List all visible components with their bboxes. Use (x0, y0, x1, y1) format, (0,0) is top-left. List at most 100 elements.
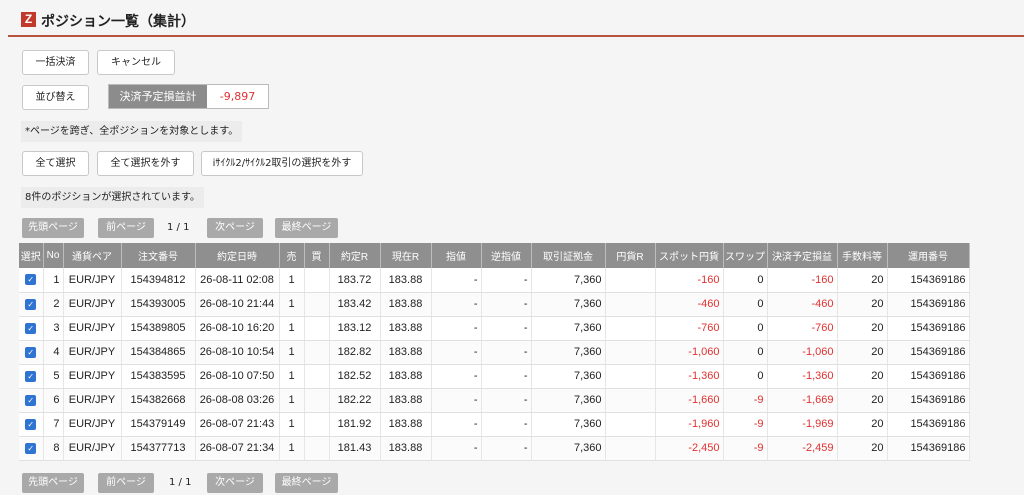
cell-operation-no: 154369186 (887, 268, 970, 293)
table-row: ✓ 5 EUR/JPY 154383595 26-08-10 07:50 1 182.52 1… (19, 364, 970, 389)
cell-settle-pl: -1,669 (767, 388, 838, 413)
sort-button[interactable]: 並び替え (22, 85, 89, 110)
cell-fee: 20 (837, 340, 888, 365)
cell-exec-time: 26-08-07 21:43 (195, 412, 280, 437)
cell-jpy-rate (605, 316, 656, 341)
cell-margin: 7,360 (531, 364, 606, 389)
cell-settle-pl: -460 (767, 292, 838, 317)
row-select-cell: ✓ (19, 340, 44, 365)
table-row: ✓ 3 EUR/JPY 154389805 26-08-10 16:20 1 183.12 1… (19, 316, 970, 341)
cell-no: 2 (43, 292, 64, 317)
cell-spot-jpy: -1,060 (655, 340, 724, 365)
col-sell[interactable]: 売 (279, 243, 305, 268)
col-no[interactable]: No (43, 243, 64, 268)
pl-label: 決済予定損益計 (109, 85, 207, 108)
col-limit[interactable]: 指値 (431, 243, 482, 268)
deselect-all-button[interactable]: 全て選択を外す (97, 151, 194, 176)
col-margin[interactable]: 取引証拠金 (531, 243, 606, 268)
cell-swap: -9 (723, 412, 768, 437)
cell-spot-jpy: -2,450 (655, 436, 724, 461)
cell-current-rate: 183.88 (380, 436, 432, 461)
cell-limit: - (431, 340, 482, 365)
last-page-button[interactable]: 最終ページ (275, 218, 338, 238)
col-select[interactable]: 選択 (19, 243, 44, 268)
cell-current-rate: 183.88 (380, 364, 432, 389)
cell-exec-time: 26-08-10 21:44 (195, 292, 280, 317)
cell-buy (304, 364, 330, 389)
row-select-cell: ✓ (19, 316, 44, 341)
row-checkbox[interactable]: ✓ (25, 418, 37, 430)
cell-swap: 0 (723, 268, 768, 293)
next-page-button-bottom[interactable]: 次ページ (207, 473, 263, 493)
page-title: ポジション一覧（集計） (41, 14, 195, 30)
row-select-cell: ✓ (19, 388, 44, 413)
col-swap[interactable]: スワップ (723, 243, 768, 268)
next-page-button[interactable]: 次ページ (207, 218, 263, 238)
cell-no: 5 (43, 364, 64, 389)
row-checkbox[interactable]: ✓ (25, 322, 37, 334)
prev-page-button[interactable]: 前ページ (98, 218, 154, 238)
cell-fee: 20 (837, 316, 888, 341)
table-row: ✓ 4 EUR/JPY 154384865 26-08-10 10:54 1 182.82 1… (19, 340, 970, 365)
row-select-cell: ✓ (19, 364, 44, 389)
cell-exec-time: 26-08-08 03:26 (195, 388, 280, 413)
pl-value: -9,897 (219, 90, 256, 103)
col-operation-no[interactable]: 運用番号 (887, 243, 970, 268)
col-exec-time[interactable]: 約定日時 (195, 243, 280, 268)
cell-jpy-rate (605, 436, 656, 461)
col-exec-rate[interactable]: 約定R (329, 243, 381, 268)
cell-operation-no: 154369186 (887, 340, 970, 365)
cell-operation-no: 154369186 (887, 316, 970, 341)
cell-margin: 7,360 (531, 292, 606, 317)
cell-limit: - (431, 292, 482, 317)
cell-exec-rate: 181.92 (329, 412, 381, 437)
col-spot-jpy[interactable]: スポット円貨 (655, 243, 724, 268)
deselect-icycle-button[interactable]: iｻｲｸﾙ2/ｻｲｸﾙ2取引の選択を外す (201, 151, 363, 176)
cell-exec-time: 26-08-10 10:54 (195, 340, 280, 365)
cell-buy (304, 388, 330, 413)
col-fee[interactable]: 手数料等 (837, 243, 888, 268)
col-settle-pl[interactable]: 決済予定損益 (767, 243, 838, 268)
row-checkbox[interactable]: ✓ (25, 442, 37, 454)
row-checkbox[interactable]: ✓ (25, 370, 37, 382)
first-page-button-bottom[interactable]: 先頭ページ (22, 473, 84, 493)
col-order-no[interactable]: 注文番号 (121, 243, 196, 268)
col-jpy-rate[interactable]: 円貨R (605, 243, 656, 268)
cell-order-no: 154383595 (121, 364, 196, 389)
col-buy[interactable]: 買 (304, 243, 330, 268)
cancel-button[interactable]: キャンセル (97, 50, 175, 75)
cell-stop: - (481, 268, 532, 293)
cell-fee: 20 (837, 436, 888, 461)
cell-swap: 0 (723, 340, 768, 365)
cell-buy (304, 412, 330, 437)
bulk-settle-button[interactable]: 一括決済 (22, 50, 89, 75)
cell-operation-no: 154369186 (887, 412, 970, 437)
row-checkbox[interactable]: ✓ (25, 298, 37, 310)
table-row: ✓ 1 EUR/JPY 154394812 26-08-11 02:08 1 183.72 1… (19, 268, 970, 293)
row-checkbox[interactable]: ✓ (25, 274, 37, 286)
cell-sell: 1 (279, 292, 305, 317)
row-checkbox[interactable]: ✓ (25, 346, 37, 358)
cell-no: 7 (43, 412, 64, 437)
cell-jpy-rate (605, 412, 656, 437)
select-all-button[interactable]: 全て選択 (22, 151, 89, 176)
cell-settle-pl: -1,360 (767, 364, 838, 389)
col-stop[interactable]: 逆指値 (481, 243, 532, 268)
col-current-rate[interactable]: 現在R (380, 243, 432, 268)
cell-fee: 20 (837, 364, 888, 389)
cell-limit: - (431, 436, 482, 461)
first-page-button[interactable]: 先頭ページ (22, 218, 84, 238)
cell-jpy-rate (605, 292, 656, 317)
cell-exec-time: 26-08-11 02:08 (195, 268, 280, 293)
cell-limit: - (431, 316, 482, 341)
col-pair[interactable]: 通貨ペア (63, 243, 122, 268)
cell-swap: 0 (723, 316, 768, 341)
cell-limit: - (431, 388, 482, 413)
last-page-button-bottom[interactable]: 最終ページ (275, 473, 338, 493)
row-checkbox[interactable]: ✓ (25, 394, 37, 406)
cell-margin: 7,360 (531, 268, 606, 293)
prev-page-button-bottom[interactable]: 前ページ (98, 473, 154, 493)
cell-sell: 1 (279, 436, 305, 461)
cell-exec-rate: 182.52 (329, 364, 381, 389)
cell-settle-pl: -760 (767, 316, 838, 341)
